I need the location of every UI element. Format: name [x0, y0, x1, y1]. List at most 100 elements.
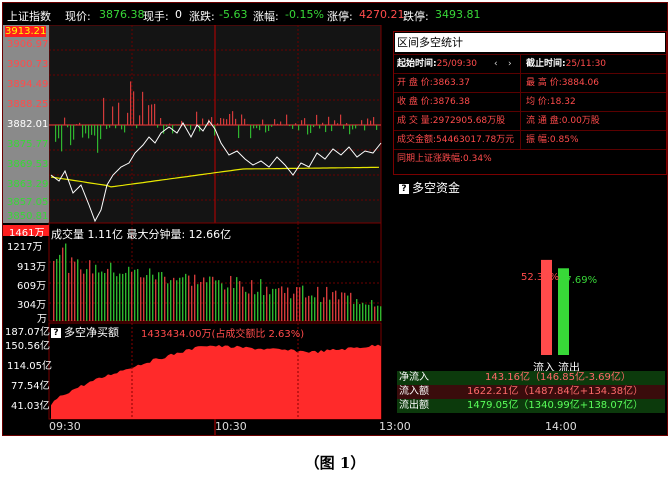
volume-bar — [221, 283, 223, 321]
help-icon[interactable]: ? — [51, 328, 61, 338]
volume-bar — [320, 301, 322, 321]
volume-bar — [299, 287, 301, 321]
tick-bar — [355, 125, 357, 129]
tick-bar — [175, 125, 177, 126]
volume-bar — [203, 277, 205, 321]
price-tick: 3888.25 — [7, 99, 49, 110]
tick-bar — [229, 113, 231, 125]
volume-bar — [227, 287, 229, 321]
tick-bar — [376, 125, 378, 130]
tick-bar — [136, 125, 138, 129]
tick-bar — [190, 125, 192, 130]
volume-bar — [311, 295, 313, 321]
tick-bar — [247, 124, 249, 125]
tick-bar — [265, 125, 267, 133]
netbuy-tick: 77.54亿 — [11, 381, 50, 392]
tick-bar — [232, 111, 234, 125]
limit-up-value: 4270.21 — [359, 8, 405, 21]
volume-bar — [101, 271, 103, 321]
volume-bar — [140, 277, 142, 321]
tick-bar — [262, 119, 264, 125]
tick-bar — [238, 125, 240, 139]
volume-bar — [338, 299, 340, 321]
volume-bar — [329, 299, 331, 321]
volume-bar — [374, 306, 376, 321]
volume-bar — [365, 304, 367, 321]
volume-bar — [287, 287, 289, 321]
volume-bar — [125, 272, 127, 321]
volume-bar — [296, 287, 298, 321]
tick-bar — [367, 118, 369, 125]
volume-bar — [290, 298, 292, 321]
intraday-chart[interactable]: 3913.21 3906.97 3900.73 3894.49 3888.25 … — [3, 24, 389, 435]
volume-tick: 913万 — [17, 262, 47, 273]
tick-bar — [322, 122, 324, 125]
tick-bar — [121, 125, 123, 130]
netbuy-title: 多空净买额 — [64, 326, 119, 339]
volume-bar — [155, 279, 157, 321]
change-label: 涨跌: — [189, 10, 215, 23]
volume-bar — [161, 272, 163, 321]
time-tick: 10:30 — [215, 420, 247, 433]
tick-bar — [358, 125, 360, 126]
volume-bar — [56, 259, 58, 321]
volume-bar — [260, 279, 262, 321]
tick-bar — [157, 125, 159, 128]
tick-bar — [85, 125, 87, 134]
tick-bar — [295, 123, 297, 125]
volume-bar — [104, 272, 106, 321]
volume-bar — [149, 268, 151, 321]
netbuy-title-wrap: ? 多空净买额 — [51, 324, 119, 340]
volume-bar — [209, 276, 211, 321]
tick-bar — [349, 125, 351, 135]
tick-bar — [289, 125, 291, 127]
volume-bar — [305, 297, 307, 321]
volume-bar — [335, 290, 337, 321]
volume-bar — [239, 281, 241, 321]
volume-bar — [182, 277, 184, 321]
volume-bar — [74, 261, 76, 321]
tick-bar — [109, 125, 111, 128]
volume-bar — [275, 288, 277, 321]
tick-bar — [73, 125, 75, 140]
volume-bar — [332, 292, 334, 321]
tick-bar — [223, 118, 225, 125]
tick-bar — [268, 125, 270, 131]
tick-bar — [274, 119, 276, 125]
volume-bar — [110, 262, 112, 321]
volume-bar — [230, 275, 232, 321]
volume-bar — [137, 269, 139, 321]
netbuy-tick: 187.07亿 — [5, 327, 50, 338]
tick-bar — [325, 125, 327, 133]
tick-bar — [130, 81, 132, 125]
tick-bar — [58, 125, 60, 139]
tick-bar — [316, 114, 318, 125]
volume-bar — [323, 297, 325, 321]
volume-bar — [170, 280, 172, 321]
tick-bar — [259, 125, 261, 131]
volume-bar — [83, 273, 85, 321]
tick-bar — [100, 125, 102, 140]
volume-bar — [377, 305, 379, 321]
volume-bar — [371, 300, 373, 321]
volume-bar — [134, 269, 136, 321]
price-tick: 3869.53 — [7, 159, 49, 170]
tick-bar — [301, 120, 303, 125]
volume-bar — [353, 303, 355, 321]
tick-bar — [280, 121, 282, 125]
pct-label: 涨幅: — [253, 10, 279, 23]
volume-bar — [116, 276, 118, 321]
volume-bar — [68, 272, 70, 321]
volume-bar — [344, 292, 346, 321]
tick-bar — [241, 114, 243, 125]
tick-bar — [124, 125, 126, 133]
tick-bar — [364, 125, 366, 131]
volume-bar — [359, 304, 361, 321]
tick-bar — [142, 91, 144, 125]
price-label: 现价: — [65, 10, 91, 23]
volume-tick: 609万 — [17, 281, 47, 292]
volume-bar — [368, 304, 370, 321]
index-name: 上证指数 — [7, 10, 51, 23]
volume-bar — [158, 272, 160, 321]
volume-bar — [362, 302, 364, 321]
